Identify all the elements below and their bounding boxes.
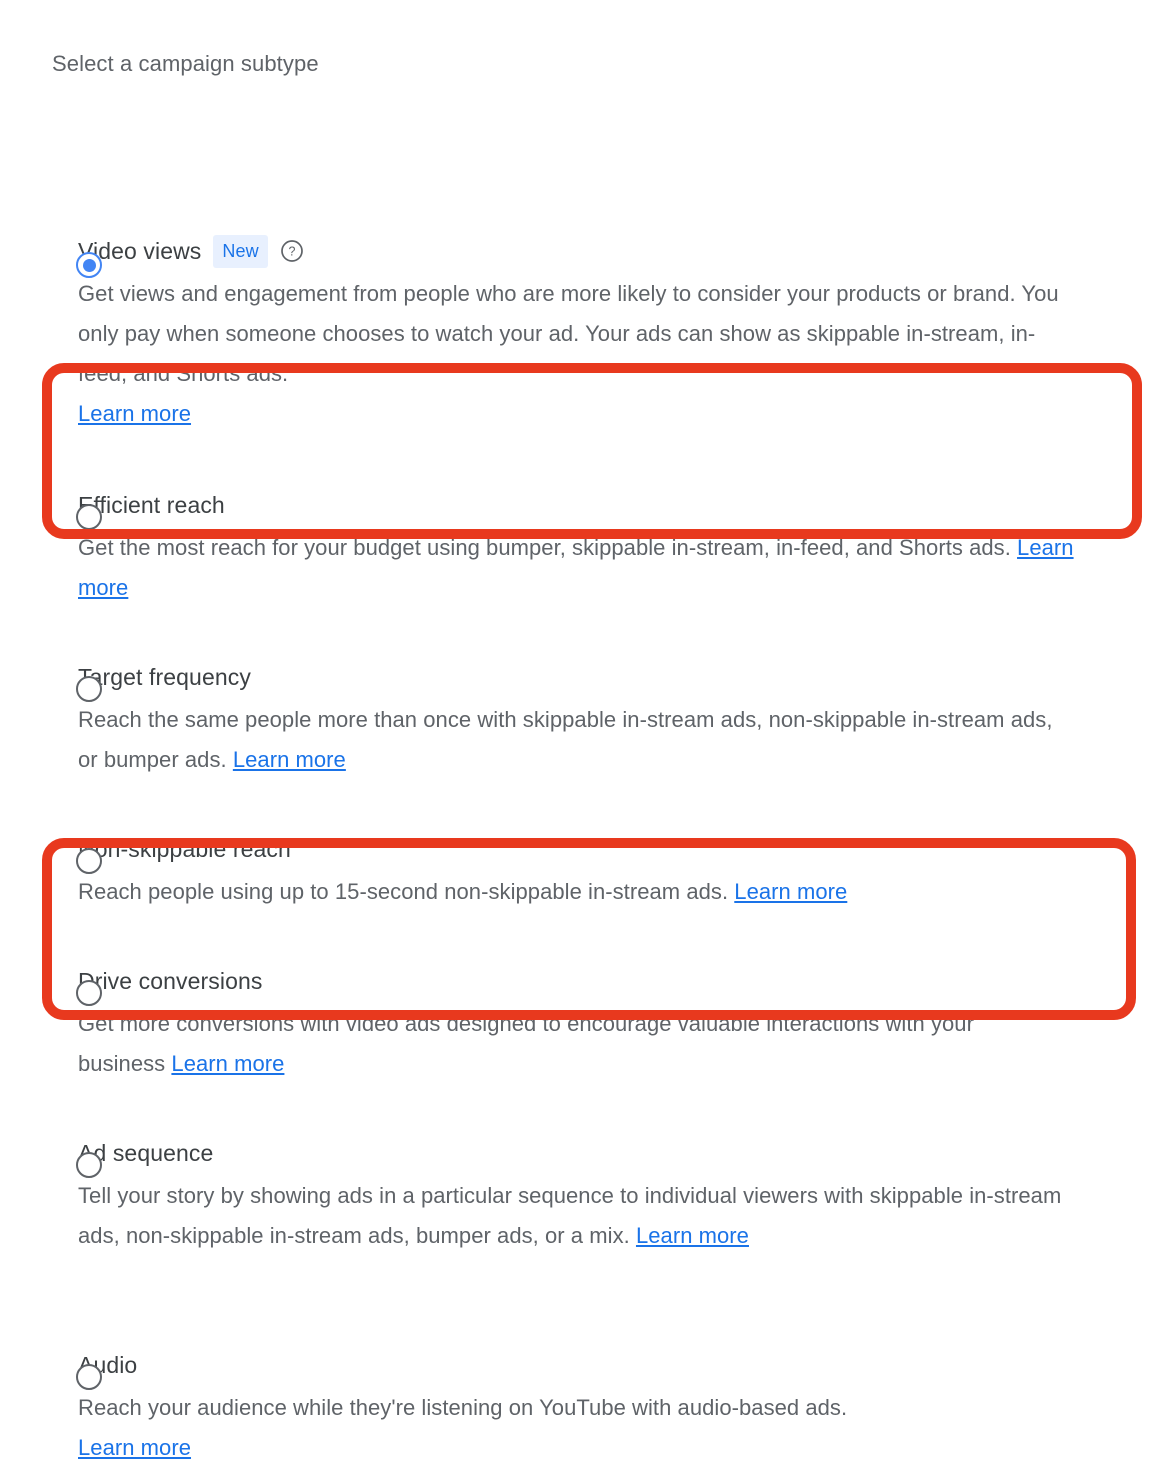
description-text: Get views and engagement from people who… [78, 281, 1059, 386]
option-header-video-views: Video views New? [78, 234, 1136, 268]
option-description-efficient-reach: Get the most reach for your budget using… [78, 528, 1088, 608]
campaign-subtype-option-drive-conversions[interactable]: Drive conversions Get more conversions wi… [0, 966, 1156, 1084]
option-label-target-frequency: Target frequency [78, 664, 251, 690]
radio-ad-sequence[interactable] [76, 1152, 102, 1178]
option-header-target-frequency: Target frequency [78, 662, 1136, 692]
campaign-subtype-option-target-frequency[interactable]: Target frequency Reach the same people mo… [0, 662, 1156, 780]
radio-video-views[interactable] [76, 252, 102, 278]
option-description-drive-conversions: Get more conversions with video ads desi… [78, 1004, 1028, 1084]
option-label-non-skippable-reach: Non-skippable reach [78, 836, 291, 862]
description-text: Get the most reach for your budget using… [78, 535, 1011, 560]
option-header-non-skippable-reach: Non-skippable reach [78, 834, 1136, 864]
help-icon[interactable]: ? [280, 239, 304, 263]
campaign-subtype-option-audio[interactable]: Audio Reach your audience while they're l… [0, 1350, 1156, 1468]
option-header-efficient-reach: Efficient reach [78, 490, 1136, 520]
campaign-subtype-panel: Select a campaign subtype Video views New… [0, 0, 1156, 1460]
learn-more-link-ad-sequence[interactable]: Learn more [636, 1223, 749, 1248]
svg-text:?: ? [288, 245, 295, 259]
radio-non-skippable-reach[interactable] [76, 848, 102, 874]
learn-more-link-video-views[interactable]: Learn more [78, 401, 191, 426]
radio-drive-conversions[interactable] [76, 980, 102, 1006]
option-description-audio: Reach your audience while they're listen… [78, 1388, 1088, 1468]
campaign-subtype-option-non-skippable-reach[interactable]: Non-skippable reach Reach people using up… [0, 834, 1156, 912]
option-description-target-frequency: Reach the same people more than once wit… [78, 700, 1078, 780]
learn-more-link-target-frequency[interactable]: Learn more [233, 747, 346, 772]
radio-audio[interactable] [76, 1364, 102, 1390]
radio-target-frequency[interactable] [76, 676, 102, 702]
radio-efficient-reach[interactable] [76, 504, 102, 530]
option-label-drive-conversions: Drive conversions [78, 968, 263, 994]
learn-more-link-audio[interactable]: Learn more [78, 1435, 191, 1460]
description-text: Reach your audience while they're listen… [78, 1395, 848, 1420]
campaign-subtype-option-efficient-reach[interactable]: Efficient reach Get the most reach for yo… [0, 490, 1156, 608]
learn-more-link-drive-conversions[interactable]: Learn more [171, 1051, 284, 1076]
option-header-audio: Audio [78, 1350, 1136, 1380]
option-description-video-views: Get views and engagement from people who… [78, 274, 1078, 434]
description-text: Reach the same people more than once wit… [78, 707, 1053, 772]
page-title: Select a campaign subtype [52, 51, 319, 76]
new-badge: New [213, 234, 268, 268]
campaign-subtype-option-video-views[interactable]: Video views New? Get views and engagement … [0, 234, 1156, 434]
description-text: Reach people using up to 15-second non-s… [78, 879, 729, 904]
option-header-drive-conversions: Drive conversions [78, 966, 1136, 996]
option-description-non-skippable-reach: Reach people using up to 15-second non-s… [78, 872, 1088, 912]
learn-more-link-non-skippable-reach[interactable]: Learn more [734, 879, 847, 904]
campaign-subtype-option-ad-sequence[interactable]: Ad sequence Tell your story by showing ad… [0, 1138, 1156, 1256]
option-description-ad-sequence: Tell your story by showing ads in a part… [78, 1176, 1078, 1256]
option-header-ad-sequence: Ad sequence [78, 1138, 1136, 1168]
description-text: Tell your story by showing ads in a part… [78, 1183, 1062, 1248]
